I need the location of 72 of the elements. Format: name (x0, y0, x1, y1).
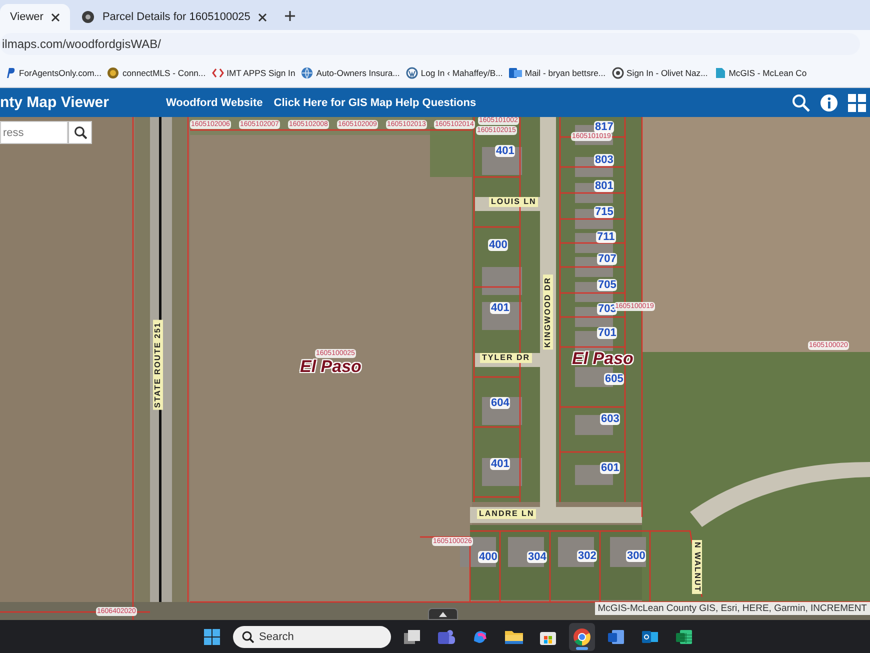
search-icon[interactable] (792, 94, 810, 112)
house-number: 711 (596, 231, 616, 243)
place-label: El Paso (300, 357, 362, 377)
windows-logo-icon (204, 628, 220, 644)
house-number: 705 (597, 279, 618, 291)
house-number: 400 (478, 551, 498, 563)
address-bar[interactable]: ilmaps.com/woodfordgisWAB/ (0, 33, 860, 55)
document-icon (714, 66, 726, 78)
tab-title: Parcel Details for 1605100025 (102, 11, 250, 23)
document-icon (608, 628, 624, 644)
house-number: 302 (577, 550, 598, 562)
round-logo-icon (406, 66, 418, 78)
map-attribution: McGIS-McLean County GIS, Esri, HERE, Garmin, INCREMENT (594, 602, 870, 615)
street-label: TYLER DR (480, 353, 532, 363)
app-title: nty Map Viewer (0, 94, 110, 111)
house-number: 605 (604, 373, 624, 385)
browser-tab[interactable]: Parcel Details for 1605100025 (72, 4, 278, 30)
browser-tab[interactable]: Viewer (0, 4, 70, 30)
street-label: STATE ROUTE 251 (153, 320, 163, 410)
street-label: N WALNUT (692, 540, 702, 594)
street-label: LOUIS LN (489, 197, 538, 207)
p-logo-icon (4, 66, 16, 78)
bookmark[interactable]: Sign In - Olivet Naz... (612, 66, 708, 78)
caret-up-icon (439, 612, 447, 616)
taskbar-app-button[interactable] (569, 622, 595, 650)
address-search-field[interactable]: ress (0, 121, 68, 144)
bookmark[interactable]: Log In ‹ Mahaffey/B... (406, 66, 503, 78)
street-label: LANDRE LN (477, 509, 536, 519)
people-icon (437, 628, 455, 644)
house-number: 801 (594, 180, 614, 192)
expand-handle[interactable] (428, 608, 458, 620)
bookmark[interactable]: Auto-Owners Insura... (301, 66, 400, 78)
swirl-icon (472, 628, 488, 644)
grid-icon[interactable] (848, 94, 866, 112)
round-badge-icon (107, 66, 120, 78)
house-number: 603 (600, 413, 620, 425)
house-number: 701 (597, 327, 618, 339)
house-number: 604 (490, 397, 510, 409)
house-number: 715 (594, 206, 614, 218)
search-icon (74, 126, 86, 139)
house-number: 300 (626, 550, 646, 562)
search-button[interactable] (68, 121, 92, 144)
stacked-windows-icon (404, 630, 420, 644)
bookmark[interactable]: ForAgentsOnly.com... (4, 66, 102, 78)
bookmark[interactable]: Mail - bryan bettsre... (508, 66, 606, 78)
close-icon[interactable] (51, 12, 60, 22)
code-brackets-icon (212, 66, 224, 78)
house-number: 304 (527, 551, 548, 563)
street-label: KINGWOOD DR (543, 275, 553, 350)
site-icon (82, 11, 94, 23)
folder-icon (505, 629, 523, 644)
browser-icon (573, 628, 591, 646)
house-number: 817 (594, 121, 614, 133)
header-link[interactable]: Woodford Website (166, 96, 263, 108)
bookmark[interactable]: IMT APPS Sign In (212, 66, 296, 78)
info-icon[interactable] (820, 94, 838, 112)
taskbar-search-field[interactable]: Search (233, 626, 391, 648)
bookmark[interactable]: connectMLS - Conn... (107, 66, 206, 78)
tab-title: Viewer (10, 11, 44, 23)
house-number: 707 (597, 253, 618, 265)
house-number: 401 (495, 145, 516, 157)
close-icon[interactable] (258, 12, 268, 22)
house-number: 400 (488, 239, 508, 251)
bookmark[interactable]: McGIS - McLean Co (714, 66, 807, 78)
house-number: 601 (600, 462, 620, 474)
house-number: 401 (490, 458, 510, 470)
house-number: 803 (594, 154, 614, 166)
spreadsheet-icon (676, 628, 692, 644)
search-icon (242, 630, 254, 642)
plus-icon (285, 11, 296, 21)
header-link[interactable]: Click Here for GIS Map Help Questions (274, 96, 476, 108)
house-number: 401 (490, 302, 510, 314)
